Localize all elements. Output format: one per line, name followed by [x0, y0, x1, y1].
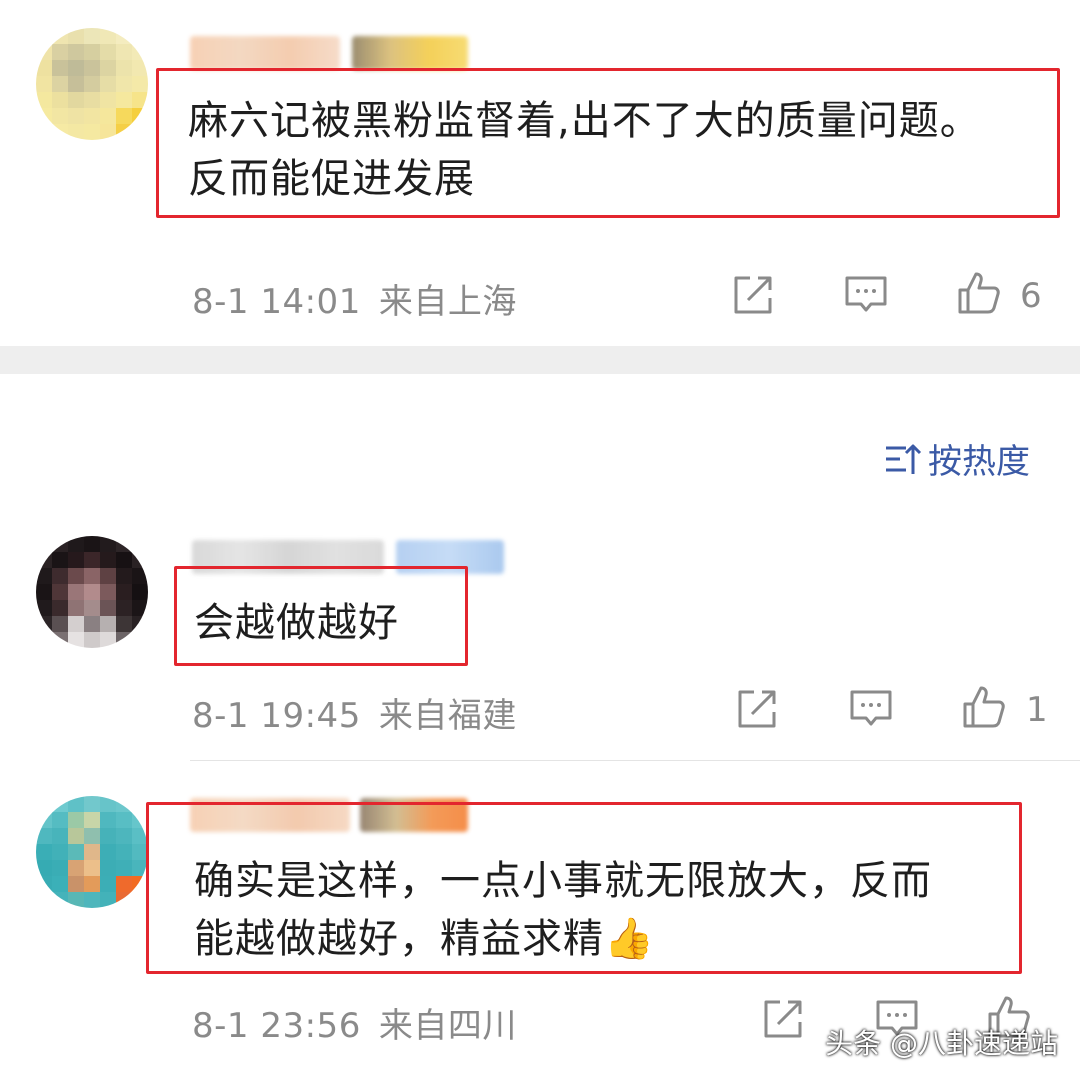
share-icon[interactable]	[760, 996, 806, 1042]
comment-location: 来自上海	[378, 282, 517, 322]
share-icon[interactable]	[734, 686, 780, 732]
section-separator	[0, 346, 1080, 374]
comment-meta: 8-1 23:56 来自四川	[192, 998, 517, 1047]
comment-thread: 麻六记被黑粉监督着,出不了大的质量问题。 反而能促进发展 8-1 14:01 来自…	[0, 0, 1080, 1080]
comment-line: 麻六记被黑粉监督着,出不了大的质量问题。	[188, 98, 981, 144]
comment-line: 能越做越好，精益求精👍	[194, 916, 655, 962]
comment-text: 麻六记被黑粉监督着,出不了大的质量问题。 反而能促进发展	[188, 92, 1048, 208]
sort-icon	[886, 444, 922, 474]
like-count: 6	[1020, 276, 1042, 316]
watermark: 头条 @八卦速递站	[825, 1027, 1058, 1060]
comment-date: 8-1 19:45	[192, 696, 361, 736]
like-count: 1	[1026, 690, 1048, 730]
like-icon[interactable]	[961, 684, 1007, 730]
comment-icon[interactable]	[848, 686, 894, 732]
user-badge-blurred	[352, 36, 468, 70]
comment-icon[interactable]	[843, 272, 889, 318]
comment-line: 反而能促进发展	[188, 156, 475, 202]
sort-by-hot-button[interactable]: 按热度	[884, 434, 1030, 483]
comment-meta: 8-1 14:01 来自上海	[192, 274, 517, 323]
username-blurred[interactable]	[190, 36, 340, 70]
share-icon[interactable]	[730, 272, 776, 318]
comment-divider	[190, 760, 1080, 761]
like-icon[interactable]	[956, 270, 1002, 316]
comment-line: 会越做越好	[194, 600, 399, 646]
comment-location: 来自福建	[378, 696, 517, 736]
comment-date: 8-1 14:01	[192, 282, 361, 322]
comment-date: 8-1 23:56	[192, 1006, 361, 1046]
sort-label: 按热度	[928, 442, 1030, 482]
avatar[interactable]	[36, 536, 148, 648]
comment-text: 会越做越好	[194, 594, 454, 652]
comment-location: 来自四川	[378, 1006, 517, 1046]
comment-meta: 8-1 19:45 来自福建	[192, 688, 517, 737]
comment-text: 确实是这样，一点小事就无限放大，反而 能越做越好，精益求精👍	[194, 852, 1014, 968]
avatar[interactable]	[36, 796, 148, 908]
avatar[interactable]	[36, 28, 148, 140]
comment-line: 确实是这样，一点小事就无限放大，反而	[194, 858, 932, 904]
